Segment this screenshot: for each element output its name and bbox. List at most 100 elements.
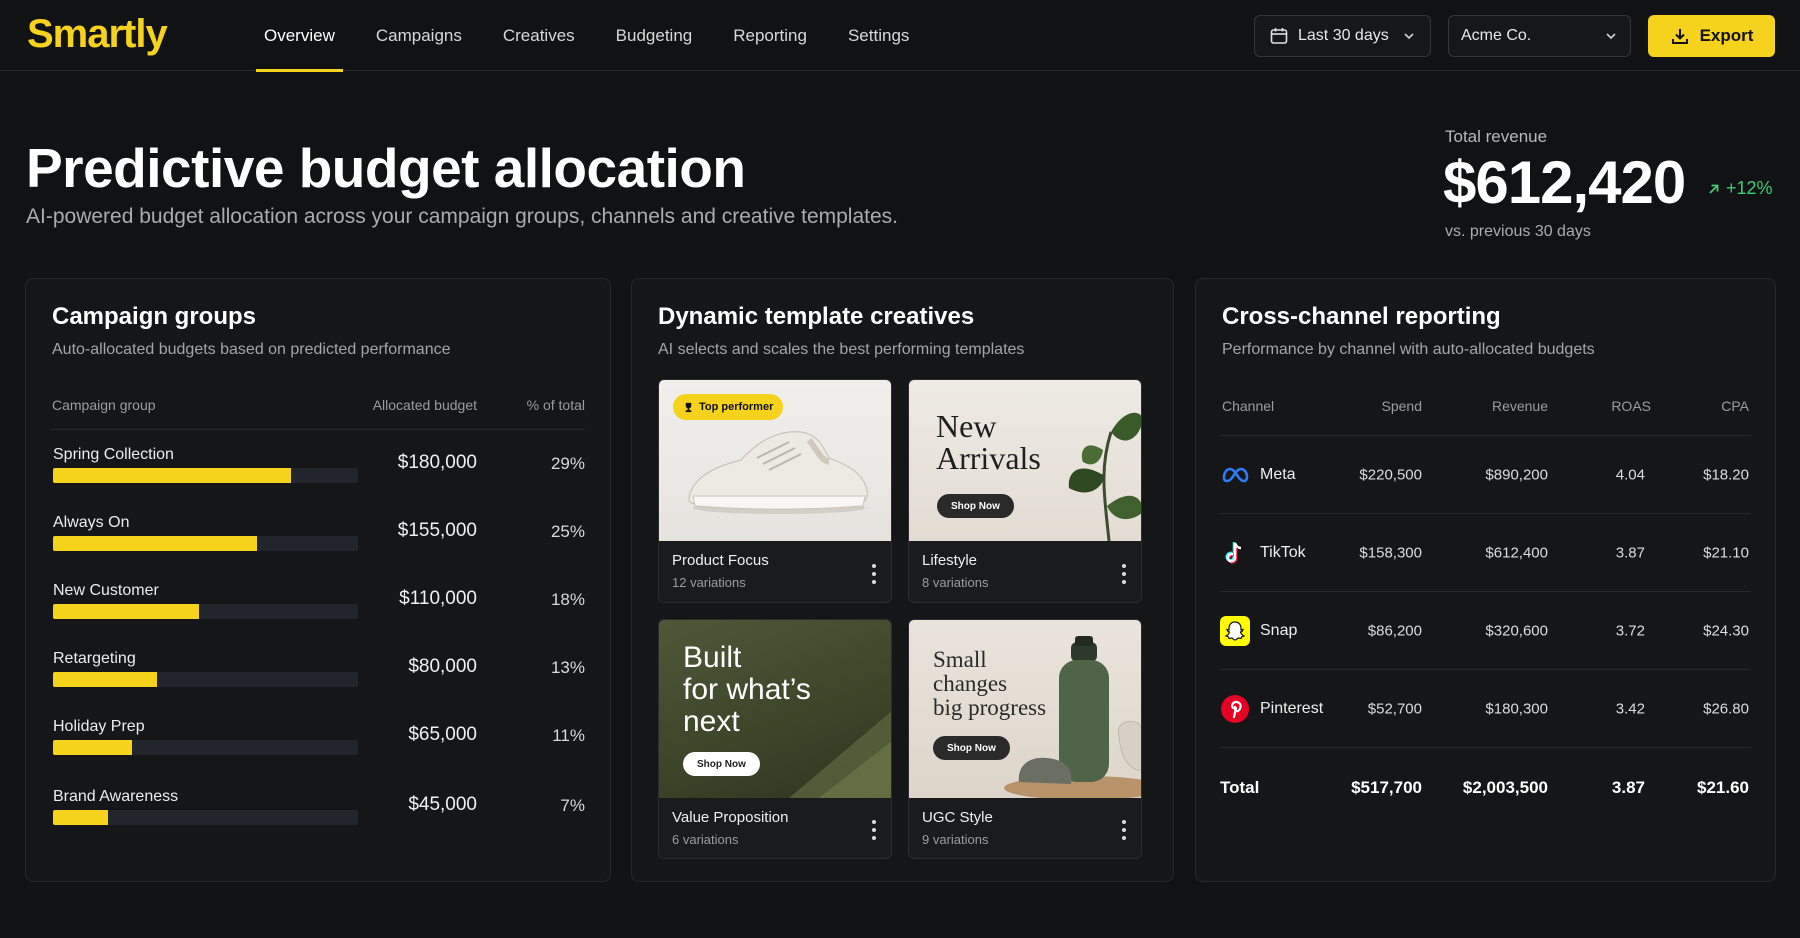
tab-overview[interactable]: Overview <box>256 0 343 72</box>
budget-bar <box>53 468 358 483</box>
channel-revenue: $180,300 <box>1485 700 1548 717</box>
channel-spend: $52,700 <box>1367 700 1422 717</box>
tab-settings[interactable]: Settings <box>840 0 917 71</box>
shop-now-pill: Shop Now <box>683 752 760 776</box>
campaign-budget: $45,000 <box>408 794 477 815</box>
column-header-spend: Spend <box>1381 398 1422 414</box>
channel-row-meta[interactable]: Meta $220,500 $890,200 4.04 $18.20 <box>1220 436 1751 514</box>
total-label: Total <box>1220 778 1260 797</box>
campaign-pct: 18% <box>550 590 585 609</box>
campaign-name: Brand Awareness <box>53 788 179 805</box>
budget-bar <box>53 740 358 755</box>
kpi-value: $612,420 <box>1443 149 1686 216</box>
arrow-up-right-icon <box>1709 184 1719 194</box>
more-options-icon[interactable] <box>871 818 877 842</box>
headline-line: Arrivals <box>936 440 1041 476</box>
tab-creatives[interactable]: Creatives <box>495 0 583 71</box>
budget-bar <box>53 536 358 551</box>
channel-name: Meta <box>1260 465 1296 483</box>
channel-row-tiktok[interactable]: TikTok $158,300 $612,400 3.87 $21.10 <box>1220 514 1751 592</box>
budget-bar <box>53 810 358 825</box>
campaign-row[interactable]: Holiday Prep $65,000 11% <box>26 718 610 778</box>
tab-budgeting[interactable]: Budgeting <box>608 0 701 71</box>
channel-spend: $86,200 <box>1367 622 1422 639</box>
campaign-row[interactable]: Spring Collection $180,000 29% <box>26 446 610 506</box>
card-title: Dynamic template creatives <box>658 303 975 330</box>
creative-tile-lifestyle[interactable]: New Arrivals Shop Now Lifestyle 8 variat… <box>908 379 1142 603</box>
campaign-groups-card: Campaign groups Auto-allocated budgets b… <box>25 278 611 882</box>
pinterest-icon <box>1221 694 1249 723</box>
headline-line: big progress <box>933 695 1047 720</box>
tile-variations: 8 variations <box>922 575 989 590</box>
campaign-row[interactable]: New Customer $110,000 18% <box>26 582 610 642</box>
channel-row-snap[interactable]: Snap $86,200 $320,600 3.72 $24.30 <box>1220 592 1751 670</box>
cross-channel-card: Cross-channel reporting Performance by c… <box>1195 278 1776 882</box>
card-subtitle: Auto-allocated budgets based on predicte… <box>52 341 451 358</box>
campaign-pct: 13% <box>550 658 585 677</box>
headline-line: Small <box>933 647 987 672</box>
date-range-select[interactable]: Last 30 days <box>1254 15 1431 57</box>
headline-line: New <box>936 408 997 444</box>
total-revenue: $2,003,500 <box>1462 778 1548 797</box>
account-select[interactable]: Acme Co. <box>1448 15 1631 57</box>
column-header-roas: ROAS <box>1611 398 1651 414</box>
tile-name: Value Proposition <box>672 809 789 826</box>
budget-bar-fill <box>53 604 200 619</box>
trophy-icon <box>685 402 692 412</box>
campaign-pct: 25% <box>550 522 585 541</box>
headline-line: next <box>683 705 740 738</box>
campaign-row[interactable]: Brand Awareness $45,000 7% <box>26 788 610 848</box>
kpi-compare: vs. previous 30 days <box>1445 223 1591 240</box>
creative-thumbnail: New Arrivals Shop Now <box>909 380 1141 541</box>
headline-line: changes <box>933 671 1008 696</box>
nav-tabs: Overview Campaigns Creatives Budgeting R… <box>256 0 942 72</box>
creative-tile-value-proposition[interactable]: Built for what’s next Shop Now Value Pro… <box>658 619 892 859</box>
tab-reporting[interactable]: Reporting <box>725 0 815 71</box>
creative-thumbnail: Small changes big progress Shop Now <box>909 620 1141 798</box>
campaign-row[interactable]: Retargeting $80,000 13% <box>26 650 610 710</box>
total-spend: $517,700 <box>1351 778 1422 797</box>
channel-roas: 4.04 <box>1615 466 1645 483</box>
channel-cpa: $18.20 <box>1703 466 1749 483</box>
snapchat-icon <box>1220 615 1250 646</box>
account-value: Acme Co. <box>1461 27 1532 44</box>
download-icon <box>1671 29 1688 44</box>
channel-revenue: $612,400 <box>1485 544 1548 561</box>
tile-name: Lifestyle <box>922 552 978 569</box>
tab-campaigns[interactable]: Campaigns <box>368 0 470 71</box>
budget-bar-fill <box>53 740 133 755</box>
campaign-name: New Customer <box>53 582 159 599</box>
column-header-channel: Channel <box>1222 398 1275 414</box>
more-options-icon[interactable] <box>1121 818 1127 842</box>
campaign-budget: $65,000 <box>408 724 477 745</box>
channel-roas: 3.42 <box>1615 700 1645 717</box>
channel-name: Pinterest <box>1260 699 1324 717</box>
channel-spend: $158,300 <box>1359 544 1422 561</box>
campaign-row[interactable]: Always On $155,000 25% <box>26 514 610 574</box>
channel-row-pinterest[interactable]: Pinterest $52,700 $180,300 3.42 $26.80 <box>1220 670 1751 748</box>
channel-name: Snap <box>1260 621 1298 639</box>
creative-tile-ugc-style[interactable]: Small changes big progress Shop Now UGC … <box>908 619 1142 859</box>
channel-cpa: $24.30 <box>1703 622 1749 639</box>
column-header-cpa: CPA <box>1721 398 1749 414</box>
more-options-icon[interactable] <box>1121 562 1127 586</box>
chevron-down-icon <box>1606 33 1616 40</box>
kpi-change: +12% <box>1706 178 1773 199</box>
more-options-icon[interactable] <box>871 562 877 586</box>
card-subtitle: Performance by channel with auto-allocat… <box>1222 341 1595 358</box>
calendar-icon <box>1270 28 1288 44</box>
card-title: Campaign groups <box>52 303 257 330</box>
badge-label: Top performer <box>699 401 774 413</box>
meta-icon <box>1222 467 1249 482</box>
channel-total-row: Total $517,700 $2,003,500 3.87 $21.60 <box>1220 749 1751 827</box>
card-title: Cross-channel reporting <box>1222 303 1501 330</box>
brand-logo[interactable]: Smartly <box>27 12 168 57</box>
export-button[interactable]: Export <box>1648 15 1775 57</box>
channel-cpa: $21.10 <box>1703 544 1749 561</box>
campaign-name: Spring Collection <box>53 446 174 463</box>
top-nav: Smartly Overview Campaigns Creatives Bud… <box>0 0 1800 72</box>
creative-tile-product-focus[interactable]: Top performer Product Focus 12 variation… <box>658 379 892 603</box>
chevron-down-icon <box>1404 33 1414 40</box>
creatives-card: Dynamic template creatives AI selects an… <box>631 278 1174 882</box>
top-performer-badge: Top performer <box>673 394 784 420</box>
